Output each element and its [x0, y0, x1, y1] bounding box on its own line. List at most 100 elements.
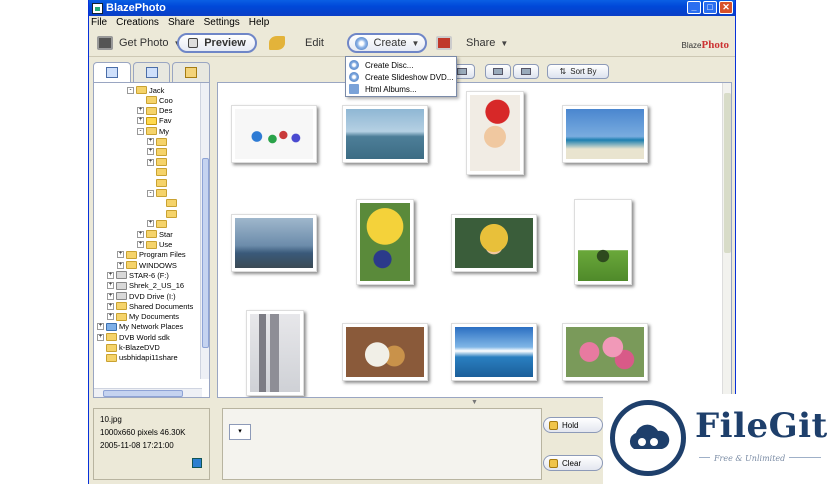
expand-icon[interactable]: +	[137, 241, 144, 248]
tree-item[interactable]	[157, 198, 179, 208]
menu-help[interactable]: Help	[249, 17, 270, 28]
tree-item[interactable]: +	[147, 137, 169, 147]
tree-item[interactable]: +	[147, 219, 169, 229]
tree-item[interactable]: + Des	[137, 106, 172, 116]
expand-icon[interactable]: +	[97, 333, 104, 341]
tab-calendar[interactable]	[132, 62, 171, 82]
tree-item[interactable]: k-BlazeDVD	[97, 343, 160, 353]
hold-button[interactable]: Hold	[543, 417, 603, 433]
tree-item[interactable]	[147, 178, 169, 188]
clear-button[interactable]: Clear	[543, 455, 603, 471]
photo-thumbnail[interactable]	[231, 214, 317, 272]
menu-item-create-slideshow-dvd[interactable]: Create Slideshow DVD...	[346, 71, 456, 83]
expand-icon[interactable]: +	[147, 138, 154, 145]
fullscreen-button[interactable]	[513, 64, 539, 79]
menu-creations[interactable]: Creations	[116, 17, 159, 28]
share-button[interactable]: Share ▼	[436, 33, 508, 53]
tab-albums[interactable]	[172, 62, 211, 82]
expand-icon[interactable]: +	[147, 148, 154, 156]
tree-item[interactable]: + Shrek_2_US_16	[107, 281, 184, 291]
expand-icon[interactable]: +	[107, 313, 114, 321]
photo-thumbnail[interactable]	[574, 199, 632, 285]
tree-item[interactable]: +	[147, 157, 169, 167]
gallery-scrollbar[interactable]	[722, 83, 731, 397]
expand-icon[interactable]: +	[147, 158, 154, 166]
photo-thumbnail[interactable]	[356, 199, 414, 285]
preview-label: Preview	[204, 37, 246, 49]
expand-icon[interactable]: +	[137, 117, 144, 125]
menu-item-create-disc[interactable]: Create Disc...	[346, 59, 456, 71]
tree-item[interactable]: + My Network Places	[97, 322, 183, 332]
info-icon[interactable]	[192, 458, 202, 468]
photo-thumbnail[interactable]	[451, 323, 537, 381]
tree-item[interactable]: - Jack	[127, 85, 164, 95]
tab-folders[interactable]	[93, 62, 131, 82]
tree-vertical-scrollbar[interactable]	[200, 83, 209, 379]
tree-item[interactable]: -	[147, 188, 169, 198]
edit-label: Edit	[305, 37, 324, 49]
collapse-icon[interactable]: -	[137, 127, 144, 135]
tree-horizontal-scrollbar[interactable]	[94, 388, 202, 397]
preview-button[interactable]: Preview	[177, 33, 257, 53]
expand-icon[interactable]: +	[137, 230, 144, 238]
tree-item[interactable]: + Shared Documents	[107, 301, 193, 311]
favorites-icon	[146, 116, 157, 125]
close-button[interactable]: ✕	[719, 1, 733, 14]
minimize-button[interactable]: _	[687, 1, 701, 14]
photo-tray[interactable]: ▾	[222, 408, 542, 480]
create-button[interactable]: Create ▼	[347, 33, 427, 53]
expand-icon[interactable]: +	[147, 220, 154, 228]
tree-item[interactable]: + DVD Drive (I:)	[107, 291, 176, 301]
slideshow-button[interactable]	[485, 64, 511, 79]
folder-icon	[116, 312, 127, 321]
tree-item[interactable]: + STAR-6 (F:)	[107, 270, 169, 280]
photo-gallery[interactable]	[217, 82, 732, 398]
photo-thumbnail[interactable]	[342, 323, 428, 381]
edit-button[interactable]: Edit	[269, 33, 324, 53]
collapse-icon[interactable]: -	[147, 189, 154, 197]
lock-icon	[549, 420, 558, 430]
expand-icon[interactable]: +	[107, 302, 114, 310]
expand-icon[interactable]: +	[107, 282, 114, 290]
collapse-icon[interactable]: -	[127, 86, 134, 94]
tree-item[interactable]: + Star	[137, 229, 173, 239]
sort-by-button[interactable]: ⇅ Sort By	[547, 64, 609, 79]
expand-icon[interactable]: +	[117, 251, 124, 259]
folder-tree[interactable]: - Jack Coo + Des + Fav - My + + + - + + Star + Use + Progra…	[93, 82, 210, 398]
tree-item[interactable]: + DVB World sdk	[97, 332, 170, 342]
photo-thumbnail[interactable]	[466, 91, 524, 175]
expand-icon[interactable]: +	[117, 261, 124, 269]
tree-item[interactable]: + My Documents	[107, 312, 179, 322]
tree-item-label: My Network Places	[119, 322, 184, 332]
tree-item[interactable]: usbhidapi11share	[97, 353, 178, 363]
tree-item[interactable]: + WINDOWS	[117, 260, 177, 270]
tree-item[interactable]: + Use	[137, 240, 172, 250]
expand-icon[interactable]: +	[137, 107, 144, 115]
photo-thumbnail[interactable]	[562, 323, 648, 381]
tree-item-label: STAR-6 (F:)	[129, 270, 169, 280]
tree-item[interactable]: +	[147, 147, 169, 157]
tray-menu-button[interactable]: ▾	[229, 424, 251, 440]
tree-item[interactable]: + Fav	[137, 116, 172, 126]
title-bar[interactable]: BlazePhoto _ □ ✕	[89, 0, 735, 16]
expand-icon[interactable]: +	[97, 323, 104, 331]
tree-item[interactable]	[147, 167, 169, 177]
menu-file[interactable]: File	[91, 17, 107, 28]
photo-thumbnail[interactable]	[231, 105, 317, 163]
get-photo-button[interactable]: Get Photo ▼	[97, 33, 181, 53]
expand-icon[interactable]: +	[107, 292, 114, 300]
photo-thumbnail[interactable]	[246, 310, 304, 396]
expand-icon[interactable]: +	[107, 271, 114, 279]
photo-thumbnail[interactable]	[562, 105, 648, 163]
tree-item[interactable]: - My	[137, 126, 169, 136]
info-filename: 10.jpg	[100, 415, 122, 424]
menu-item-html-albums[interactable]: Html Albums...	[346, 83, 456, 95]
photo-thumbnail[interactable]	[342, 105, 428, 163]
maximize-button[interactable]: □	[703, 1, 717, 14]
menu-share[interactable]: Share	[168, 17, 195, 28]
tree-item[interactable]: Coo	[137, 95, 173, 105]
tree-item[interactable]	[157, 209, 179, 219]
menu-settings[interactable]: Settings	[204, 17, 240, 28]
photo-thumbnail[interactable]	[451, 214, 537, 272]
tree-item[interactable]: + Program Files	[117, 250, 186, 260]
